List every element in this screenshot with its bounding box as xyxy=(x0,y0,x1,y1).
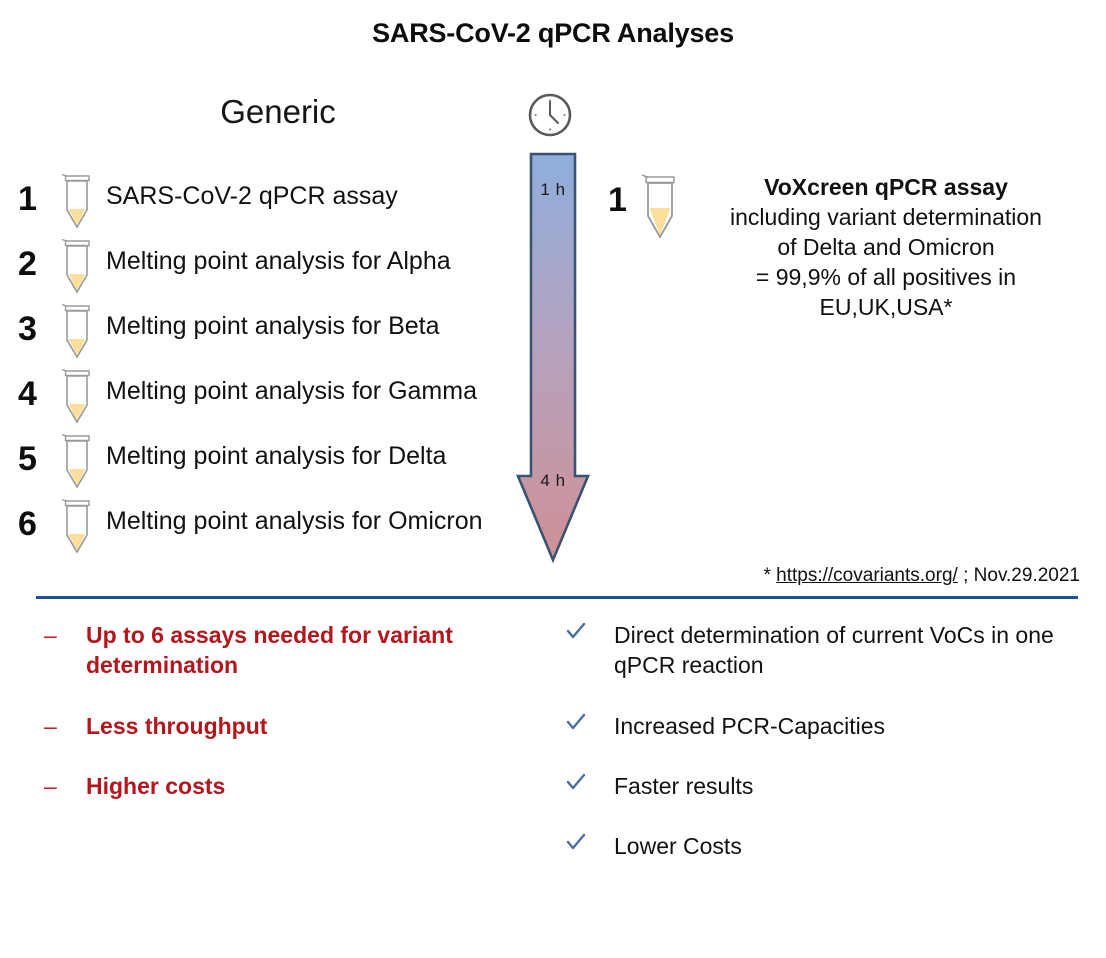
voxcreen-line-4: EU,UK,USA* xyxy=(819,293,953,320)
generic-column-heading: Generic xyxy=(220,93,336,130)
con-label: Up to 6 assays needed for variant determ… xyxy=(86,622,453,679)
pro-label: Increased PCR-Capacities xyxy=(614,712,886,739)
voxcreen-line-3: = 99,9% of all positives in xyxy=(755,263,1017,290)
clock-icon xyxy=(526,91,574,139)
footnote: * https://covariants.org/ ; Nov.29.2021 xyxy=(600,565,1080,587)
step-label: Melting point analysis for Omicron xyxy=(106,507,483,535)
tube-icon xyxy=(60,493,94,555)
tube-icon xyxy=(60,428,94,490)
list-item: Lower Costs xyxy=(566,831,1086,861)
voxcreen-step-number: 1 xyxy=(608,181,627,219)
voxcreen-description: VoXcreen qPCR assay including variant de… xyxy=(686,173,1086,322)
step-label: Melting point analysis for Beta xyxy=(106,312,440,340)
step-number: 1 xyxy=(18,180,37,218)
generic-assay-list: 1 SARS-CoV-2 qPCR assay 2 Melting point … xyxy=(8,168,528,558)
step-number: 5 xyxy=(18,440,37,478)
footnote-date: ; Nov.29.2021 xyxy=(963,565,1080,586)
tube-icon xyxy=(60,298,94,360)
step-label: Melting point analysis for Gamma xyxy=(106,377,477,405)
cons-list: – Up to 6 assays needed for variant dete… xyxy=(44,620,534,831)
check-icon xyxy=(566,712,586,732)
step-number: 3 xyxy=(18,310,37,348)
pros-list: Direct determination of current VoCs in … xyxy=(566,620,1086,892)
list-item: 3 Melting point analysis for Beta xyxy=(8,298,528,363)
check-icon xyxy=(566,772,586,792)
dash-bullet-icon: – xyxy=(44,622,57,648)
check-icon xyxy=(566,621,586,641)
tube-icon xyxy=(60,233,94,295)
list-item: 1 SARS-CoV-2 qPCR assay xyxy=(8,168,528,233)
list-item: Direct determination of current VoCs in … xyxy=(566,620,1086,681)
list-item: 5 Melting point analysis for Delta xyxy=(8,428,528,493)
list-item: Increased PCR-Capacities xyxy=(566,711,1086,741)
covariants-link[interactable]: https://covariants.org/ xyxy=(776,565,958,586)
step-label: SARS-CoV-2 qPCR assay xyxy=(106,182,398,210)
tube-icon xyxy=(640,168,680,240)
con-label: Less throughput xyxy=(86,712,268,739)
voxcreen-line-2: of Delta and Omicron xyxy=(777,233,995,260)
tube-icon xyxy=(60,168,94,230)
dash-bullet-icon: – xyxy=(44,712,57,739)
list-item: 2 Melting point analysis for Alpha xyxy=(8,233,528,298)
list-item: 6 Melting point analysis for Omicron xyxy=(8,493,528,558)
list-item: – Higher costs xyxy=(44,771,534,801)
list-item: Faster results xyxy=(566,771,1086,801)
step-number: 4 xyxy=(18,375,37,413)
list-item: 4 Melting point analysis for Gamma xyxy=(8,363,528,428)
section-divider xyxy=(36,596,1078,599)
tube-icon xyxy=(60,363,94,425)
check-icon xyxy=(566,832,586,852)
step-number: 6 xyxy=(18,505,37,543)
step-label: Melting point analysis for Alpha xyxy=(106,247,451,275)
footnote-asterisk: * xyxy=(763,565,771,586)
step-number: 2 xyxy=(18,245,37,283)
pro-label: Direct determination of current VoCs in … xyxy=(614,622,1054,679)
pro-label: Faster results xyxy=(614,773,754,800)
page-title: SARS-CoV-2 qPCR Analyses xyxy=(372,18,734,48)
step-label: Melting point analysis for Delta xyxy=(106,442,447,470)
pro-label: Lower Costs xyxy=(614,833,742,860)
con-label: Higher costs xyxy=(86,773,226,800)
voxcreen-title: VoXcreen qPCR assay xyxy=(764,174,1008,200)
list-item: – Up to 6 assays needed for variant dete… xyxy=(44,620,534,681)
dash-bullet-icon: – xyxy=(44,773,57,800)
list-item: – Less throughput xyxy=(44,711,534,741)
voxcreen-line-1: including variant determination xyxy=(730,203,1042,230)
